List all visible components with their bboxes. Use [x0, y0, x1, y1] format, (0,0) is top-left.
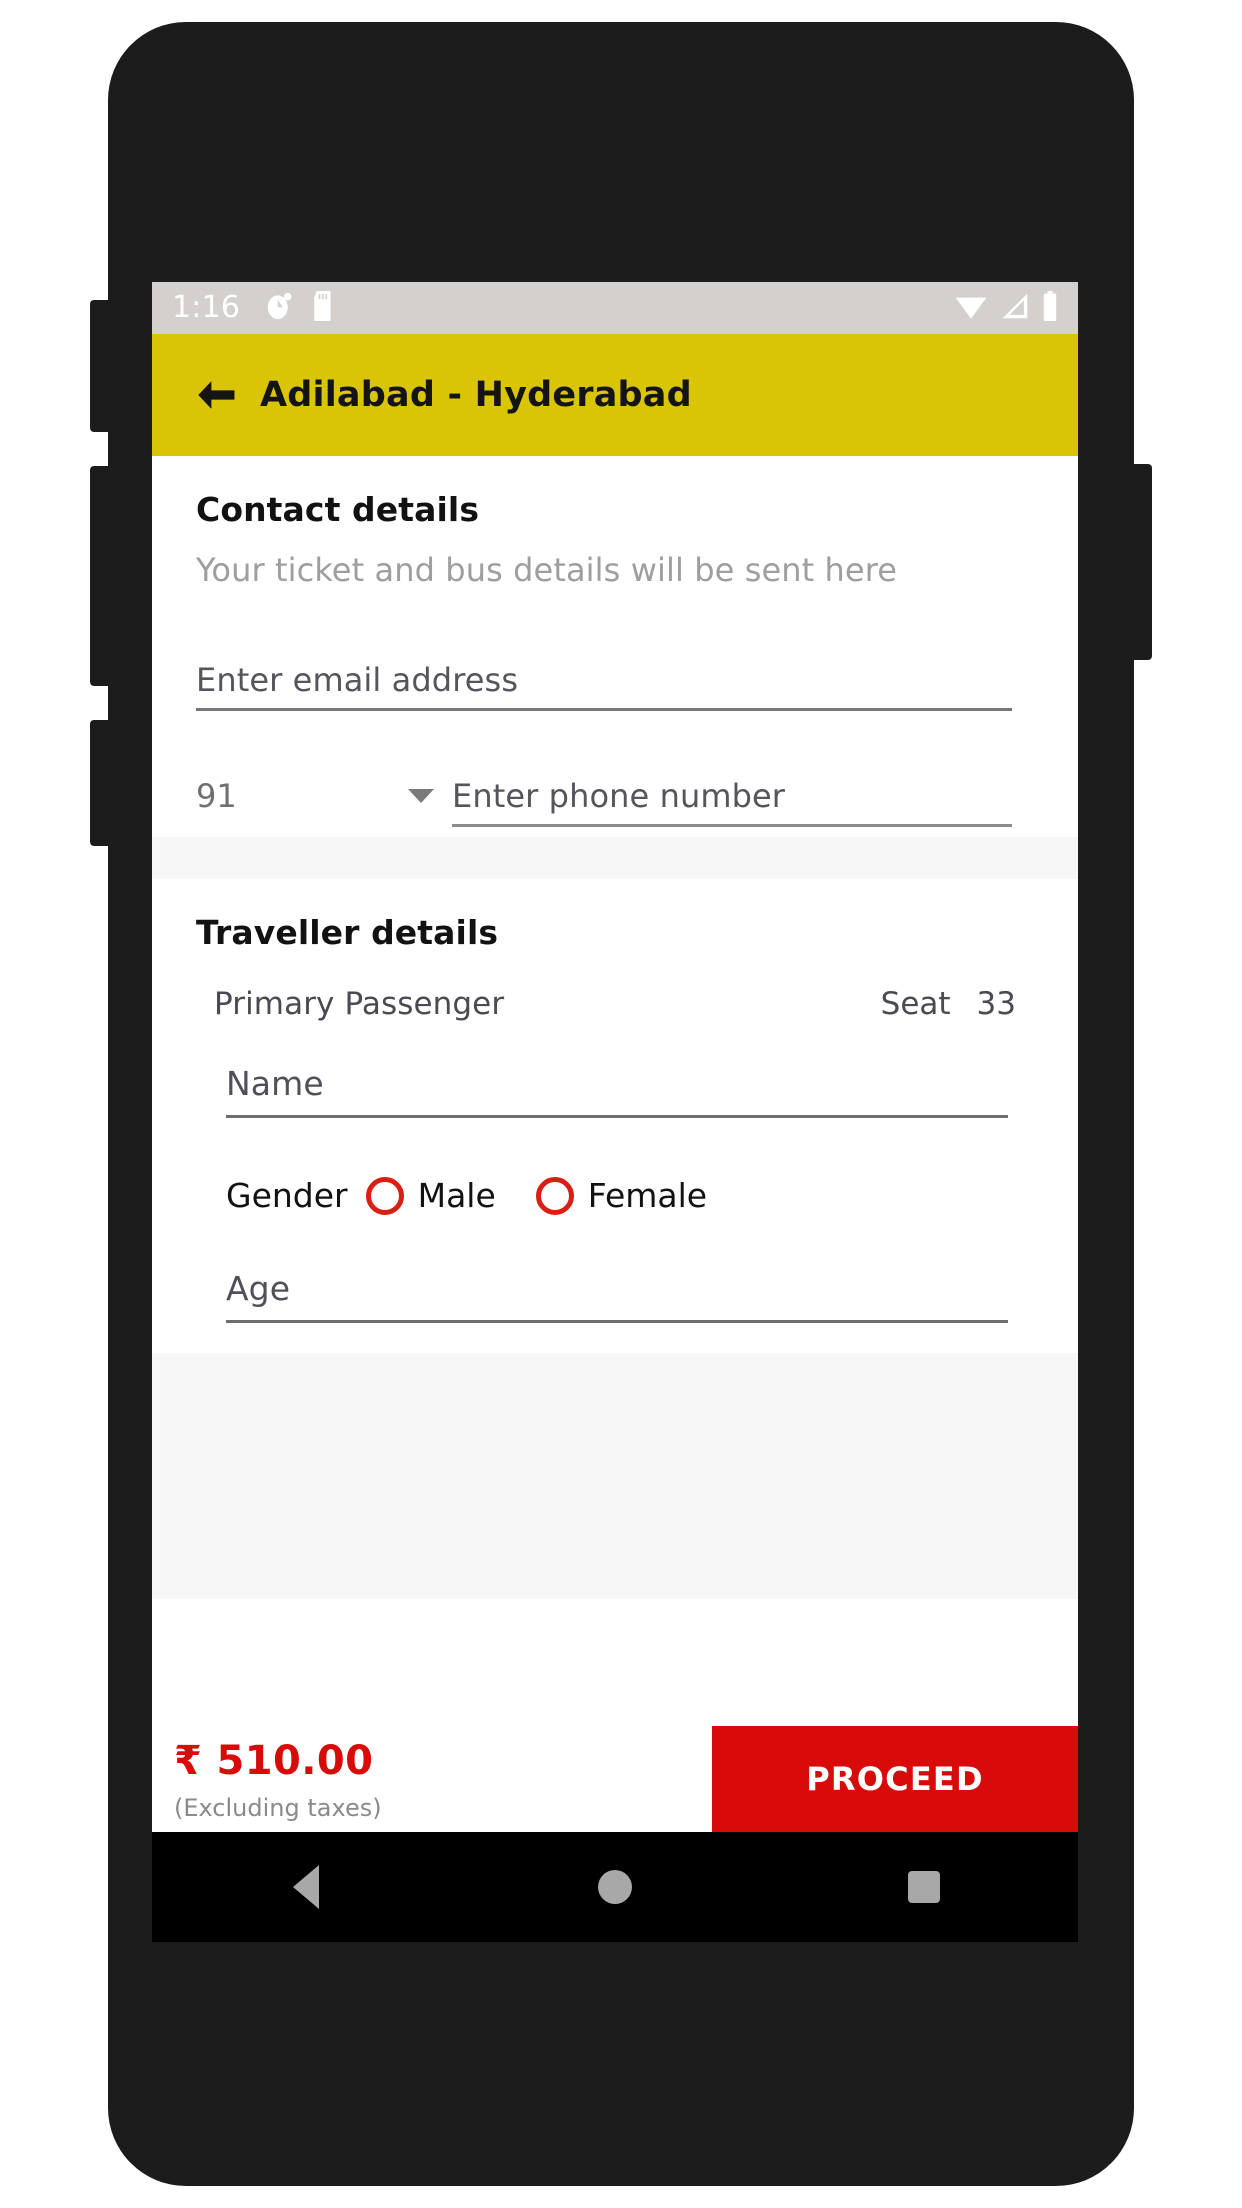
assistant-button[interactable]	[90, 720, 116, 846]
wifi-icon	[954, 292, 988, 324]
gender-option-female[interactable]: Female	[535, 1176, 708, 1216]
contact-details-subtitle: Your ticket and bus details will be sent…	[196, 551, 898, 589]
battery-icon	[1042, 291, 1058, 325]
country-code-value: 91	[196, 777, 237, 816]
seat-info: Seat 33	[881, 986, 1016, 1022]
empty-area	[152, 1353, 1078, 1600]
phone-row: 91 Enter phone number	[196, 777, 1012, 828]
name-field[interactable]: Name	[226, 1064, 1008, 1119]
phone-number-field[interactable]: Enter phone number	[452, 777, 1012, 828]
nav-recents-button[interactable]	[769, 1871, 1078, 1903]
alarm-icon	[264, 291, 294, 325]
passenger-label: Primary Passenger	[214, 986, 505, 1023]
section-divider	[152, 837, 1078, 880]
radio-button-male-icon[interactable]	[365, 1176, 404, 1215]
app-bar: Adilabad - Hyderabad	[152, 334, 1078, 456]
radio-button-female-icon[interactable]	[535, 1176, 574, 1215]
seat-number: 33	[976, 986, 1016, 1023]
power-button[interactable]	[1126, 464, 1152, 660]
age-field[interactable]: Age	[226, 1269, 1008, 1324]
total-price: ₹ 510.00	[174, 1738, 374, 1784]
volume-down-button[interactable]	[90, 466, 116, 686]
price-note: (Excluding taxes)	[174, 1794, 382, 1822]
email-field-placeholder: Enter email address	[196, 661, 519, 699]
age-field-placeholder: Age	[226, 1269, 291, 1309]
nav-back-icon	[293, 1865, 320, 1909]
country-code-select[interactable]: 91	[196, 777, 452, 827]
passenger-summary-row: Primary Passenger Seat 33	[196, 986, 1034, 1022]
gender-option-male-label: Male	[417, 1176, 496, 1216]
seat-label: Seat	[880, 986, 951, 1023]
nav-recents-icon	[907, 1871, 940, 1903]
bottom-action-bar: ₹ 510.00 (Excluding taxes) PROCEED	[152, 1726, 1078, 1832]
gender-option-male[interactable]: Male	[365, 1176, 496, 1216]
sd-card-icon	[310, 291, 336, 325]
phone-number-placeholder: Enter phone number	[452, 777, 786, 815]
chevron-down-icon	[408, 789, 434, 804]
status-bar: 1:16	[152, 282, 1078, 334]
page-title: Adilabad - Hyderabad	[260, 375, 692, 415]
gender-row: Gender Male Female	[196, 1176, 1034, 1215]
price-block: ₹ 510.00 (Excluding taxes)	[152, 1726, 712, 1832]
proceed-button[interactable]: PROCEED	[712, 1726, 1078, 1832]
back-arrow-icon[interactable]	[196, 379, 236, 411]
status-right-icons	[954, 291, 1058, 325]
email-field[interactable]: Enter email address	[196, 661, 1012, 712]
contact-details-section: Contact details Your ticket and bus deta…	[152, 456, 1078, 838]
nav-back-button[interactable]	[152, 1865, 461, 1909]
status-left-icons	[264, 291, 336, 325]
device-screen: 1:16 Adilabad - Hyderabad Contact detail…	[152, 282, 1078, 1942]
android-nav-bar	[152, 1832, 1078, 1942]
traveller-details-heading: Traveller details	[196, 913, 499, 953]
gender-label: Gender	[226, 1176, 348, 1216]
volume-up-button[interactable]	[90, 300, 116, 432]
name-field-placeholder: Name	[226, 1064, 324, 1104]
nav-home-button[interactable]	[461, 1870, 770, 1904]
gender-option-female-label: Female	[587, 1176, 708, 1216]
traveller-details-section: Traveller details Primary Passenger Seat…	[152, 879, 1078, 1354]
signal-icon	[1000, 292, 1030, 324]
status-clock: 1:16	[172, 290, 241, 325]
contact-details-heading: Contact details	[196, 490, 480, 529]
nav-home-icon	[598, 1870, 632, 1904]
